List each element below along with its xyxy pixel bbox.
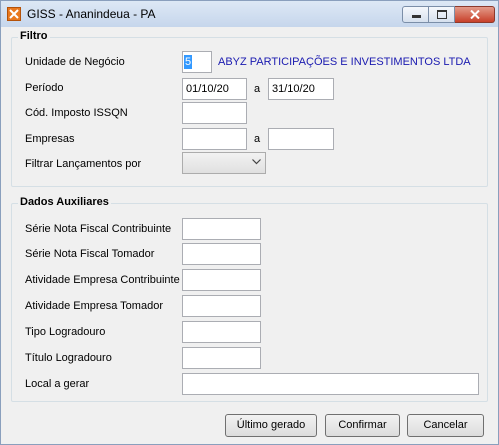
chevron-down-icon	[252, 159, 261, 165]
imposto-label: Cód. Imposto ISSQN	[25, 107, 128, 119]
filtrar-label: Filtrar Lançamentos por	[25, 158, 142, 170]
unidade-code-input[interactable]: 5	[182, 51, 212, 73]
title-bar[interactable]: GISS - Ananindeua - PA	[1, 1, 498, 27]
imposto-input[interactable]	[182, 102, 247, 124]
cancelar-button[interactable]: Cancelar	[407, 414, 484, 437]
serie-contribuinte-label: Série Nota Fiscal Contribuinte	[25, 223, 172, 235]
window-title: GISS - Ananindeua - PA	[27, 7, 156, 21]
filtro-group: Filtro Unidade de Negócio 5 ABYZ PARTICI…	[11, 30, 488, 187]
ultimo-gerado-button[interactable]: Último gerado	[225, 414, 317, 437]
periodo-separator: a	[254, 83, 261, 95]
tipo-logradouro-input[interactable]	[182, 321, 261, 343]
unidade-name: ABYZ PARTICIPAÇÕES E INVESTIMENTOS LTDA	[218, 56, 471, 68]
atividade-contribuinte-input[interactable]	[182, 269, 261, 291]
maximize-button[interactable]	[429, 6, 455, 23]
confirmar-button[interactable]: Confirmar	[325, 414, 400, 437]
serie-contribuinte-input[interactable]	[182, 218, 261, 240]
close-icon	[470, 10, 480, 19]
unidade-code-value: 5	[184, 55, 193, 69]
atividade-contribuinte-label: Atividade Empresa Contribuinte	[25, 274, 180, 286]
filtro-legend: Filtro	[18, 30, 50, 42]
app-icon	[7, 7, 21, 21]
empresas-separator: a	[254, 133, 261, 145]
periodo-end-input[interactable]: 31/10/20	[268, 78, 334, 100]
periodo-start-input[interactable]: 01/10/20	[182, 78, 247, 100]
atividade-tomador-input[interactable]	[182, 295, 261, 317]
empresas-start-input[interactable]	[182, 128, 247, 150]
local-gerar-input[interactable]	[182, 373, 479, 395]
atividade-tomador-label: Atividade Empresa Tomador	[25, 300, 163, 312]
unidade-label: Unidade de Negócio	[25, 56, 125, 68]
filtrar-select[interactable]	[182, 152, 266, 174]
titulo-logradouro-input[interactable]	[182, 347, 261, 369]
minimize-button[interactable]	[402, 6, 429, 23]
auxiliares-legend: Dados Auxiliares	[18, 196, 111, 208]
tipo-logradouro-label: Tipo Logradouro	[25, 326, 106, 338]
local-gerar-label: Local a gerar	[25, 378, 90, 390]
minimize-icon	[412, 15, 421, 18]
dialog-content: Filtro Unidade de Negócio 5 ABYZ PARTICI…	[9, 28, 490, 437]
periodo-label: Período	[25, 82, 64, 94]
empresas-label: Empresas	[25, 133, 75, 145]
close-button[interactable]	[455, 6, 495, 23]
maximize-icon	[437, 10, 447, 19]
serie-tomador-input[interactable]	[182, 243, 261, 265]
titulo-logradouro-label: Título Logradouro	[25, 352, 112, 364]
empresas-end-input[interactable]	[268, 128, 334, 150]
serie-tomador-label: Série Nota Fiscal Tomador	[25, 248, 155, 260]
giss-window: GISS - Ananindeua - PA Filtro Unidade de…	[0, 0, 499, 445]
auxiliares-group: Dados Auxiliares Série Nota Fiscal Contr…	[11, 196, 488, 402]
